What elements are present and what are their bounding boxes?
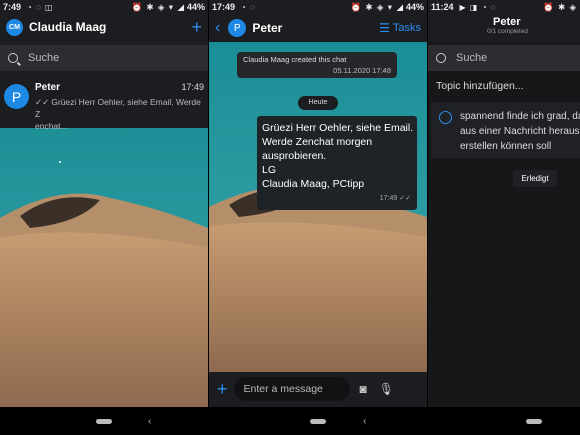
attach-plus-icon[interactable]: + xyxy=(217,380,228,398)
completion-count: 0/1 completed xyxy=(487,28,528,35)
status-time: 7:49 xyxy=(3,2,22,12)
composer-bar: + Enter a message ◙ 🎙 xyxy=(209,372,427,406)
contact-avatar[interactable]: P xyxy=(228,19,247,37)
search-input[interactable]: Suche xyxy=(28,52,59,64)
message-bubble[interactable]: Grüezi Herr Oehler, siehe Email. Werde Z… xyxy=(257,116,417,210)
task-checkbox[interactable] xyxy=(439,111,452,124)
nav-bar xyxy=(428,407,580,435)
search-bar[interactable]: Suche xyxy=(0,45,208,71)
user-avatar[interactable]: CM xyxy=(6,18,23,36)
search-input[interactable]: Suche xyxy=(456,52,487,64)
message-input[interactable]: Enter a message xyxy=(233,377,350,401)
message-time: 17:49 ✓✓ xyxy=(379,195,411,202)
chat-screen: 17:49 ◔ ◌ ⏰ ✱ ◈ ▾ ◢ 44% ‹ P Peter ☰ Task… xyxy=(209,0,427,435)
chat-preview: ✓✓ Grüezi Herr Oehler, siehe Email. Werde… xyxy=(35,97,201,131)
date-divider: Heute xyxy=(298,96,338,110)
wallpaper xyxy=(0,128,208,407)
status-time: 11:24 xyxy=(431,2,454,12)
task-text: spannend finde ich grad, da aus einer Na… xyxy=(460,111,580,152)
search-bar[interactable]: Suche xyxy=(428,45,580,71)
home-button[interactable] xyxy=(526,418,542,424)
status-bar: 7:49 ◔ ◌ ◫ ⏰ ✱ ◈ ▾ ◢ 44% xyxy=(0,0,208,14)
page-title: Claudia Maag xyxy=(29,20,107,34)
done-button[interactable]: Erledigt xyxy=(513,170,557,187)
app-bar: ‹ P Peter ☰ Tasks xyxy=(209,14,427,42)
home-button[interactable] xyxy=(96,418,112,424)
chat-time: 17:49 xyxy=(181,82,204,92)
chat-list-screen: 7:49 ◔ ◌ ◫ ⏰ ✱ ◈ ▾ ◢ 44% CM Claudia Maag… xyxy=(0,0,208,435)
system-icons: ⏰ ✱ ◈ xyxy=(543,1,577,12)
page-title: Peter xyxy=(493,16,521,28)
home-button[interactable] xyxy=(310,418,326,424)
notification-icons: ▶ ◨ ◔ ◌ xyxy=(459,2,497,12)
tasks-screen: 11:24 ▶ ◨ ◔ ◌ ⏰ ✱ ◈ Peter 0/1 completed … xyxy=(428,0,580,435)
nav-bar: ‹ xyxy=(209,407,427,435)
system-icons: ⏰ ✱ ◈ ▾ ◢ xyxy=(131,1,185,12)
contact-avatar: P xyxy=(4,84,29,109)
tasks-button[interactable]: ☰ Tasks xyxy=(379,21,421,35)
battery-level: 44% xyxy=(186,2,205,12)
task-item[interactable]: spannend finde ich grad, da aus einer Na… xyxy=(431,102,580,158)
notification-icons: ◔ ◌ xyxy=(241,2,256,12)
system-message: Claudia Maag created this chat 05.11.202… xyxy=(237,52,397,78)
page-title: Peter xyxy=(252,21,283,35)
app-bar: CM Claudia Maag + xyxy=(0,14,208,40)
system-icons: ⏰ ✱ ◈ ▾ ◢ xyxy=(350,1,404,12)
battery-level: 44% xyxy=(405,2,424,12)
microphone-icon[interactable]: 🎙 xyxy=(379,382,394,396)
read-check-icon: ✓✓ xyxy=(399,195,411,202)
list-icon: ☰ xyxy=(379,21,390,35)
plus-icon[interactable]: + xyxy=(191,18,202,36)
app-bar: Peter 0/1 completed xyxy=(428,14,580,42)
search-icon xyxy=(436,53,446,63)
back-icon[interactable]: ‹ xyxy=(363,416,366,427)
camera-icon[interactable]: ◙ xyxy=(360,382,367,396)
status-time: 17:49 xyxy=(212,2,236,12)
status-bar: 17:49 ◔ ◌ ⏰ ✱ ◈ ▾ ◢ 44% xyxy=(209,0,427,14)
chat-list-item[interactable]: P Peter 17:49 ✓✓ Grüezi Herr Oehler, sieh… xyxy=(0,74,208,131)
contact-name: Peter xyxy=(35,82,61,93)
add-topic-input[interactable]: Topic hinzufügen... xyxy=(436,80,524,92)
nav-bar: ‹ xyxy=(0,407,208,435)
back-icon[interactable]: ‹ xyxy=(148,416,151,427)
status-bar: 11:24 ▶ ◨ ◔ ◌ ⏰ ✱ ◈ xyxy=(428,0,580,14)
search-icon xyxy=(8,53,18,63)
read-check-icon: ✓✓ xyxy=(35,97,50,107)
notification-icons: ◔ ◌ ◫ xyxy=(27,2,54,12)
back-arrow-icon[interactable]: ‹ xyxy=(215,19,220,37)
